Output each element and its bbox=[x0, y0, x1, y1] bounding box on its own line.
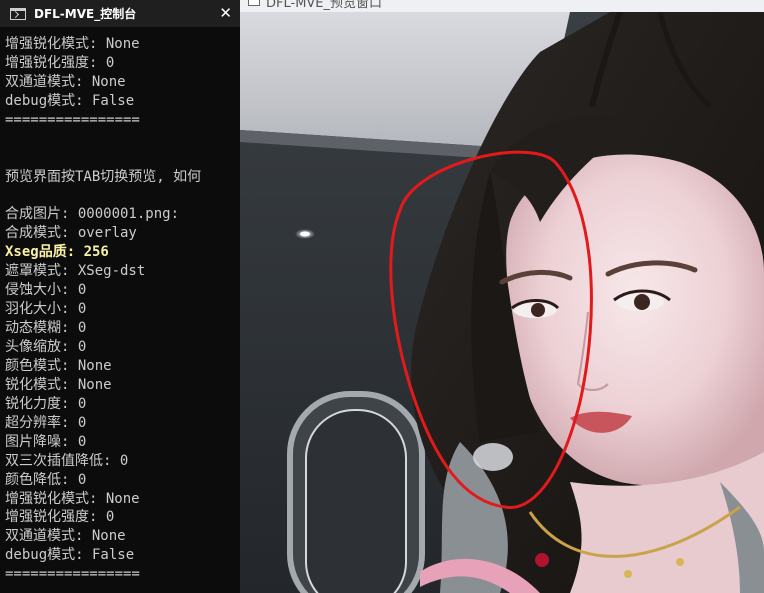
console-line: 颜色降低: 0 bbox=[5, 471, 87, 488]
console-line: 动态模糊: 0 bbox=[5, 320, 87, 337]
console-window: DFL-MVE_控制台 ✕ 增强锐化模式: None 增强锐化强度: 0 双通道模式… bbox=[0, 0, 240, 593]
console-line: 锐化模式: None bbox=[5, 376, 112, 393]
console-line: 头像缩放: 0 bbox=[5, 339, 87, 355]
console-line: 合成图片: 0000001.png: bbox=[5, 206, 180, 223]
preview-titlebar[interactable]: DFL-MVE_预览窗口 bbox=[240, 0, 764, 12]
console-line: Xseg品质: 256 bbox=[5, 244, 109, 261]
console-output: 增强锐化模式: None 增强锐化强度: 0 双通道模式: None debug模式:… bbox=[0, 27, 240, 584]
console-line: 双通道模式: None bbox=[5, 73, 126, 90]
close-icon[interactable]: ✕ bbox=[219, 5, 232, 22]
window-icon bbox=[248, 0, 260, 6]
console-line: 增强锐化模式: None bbox=[5, 490, 140, 507]
console-line: 双通道模式: None bbox=[5, 528, 126, 545]
terminal-icon bbox=[10, 7, 26, 20]
console-line: 图片降噪: 0 bbox=[5, 433, 87, 450]
console-line: ================ bbox=[5, 111, 140, 128]
console-titlebar[interactable]: DFL-MVE_控制台 ✕ bbox=[0, 0, 240, 27]
console-title: DFL-MVE_控制台 bbox=[34, 7, 137, 21]
console-line: debug模式: False bbox=[5, 92, 135, 109]
mask-artifact bbox=[473, 443, 513, 471]
console-line: 增强锐化强度: 0 bbox=[5, 509, 115, 526]
console-line: 侵蚀大小: 0 bbox=[5, 282, 87, 299]
console-line: 羽化大小: 0 bbox=[5, 301, 87, 318]
console-line: 合成模式: overlay bbox=[5, 225, 137, 242]
arched-mirror-inner bbox=[305, 409, 407, 593]
console-line: 增强锐化强度: 0 bbox=[5, 54, 115, 71]
console-line: ================ bbox=[5, 566, 140, 583]
console-line: 增强锐化模式: None bbox=[5, 36, 140, 52]
ceiling-light bbox=[300, 231, 310, 237]
console-line: 遮罩模式: XSeg-dst bbox=[5, 263, 146, 280]
console-line: debug模式: False bbox=[5, 547, 135, 564]
console-line: 颜色模式: None bbox=[5, 357, 112, 374]
preview-window: DFL-MVE_预览窗口 bbox=[240, 0, 764, 593]
console-line: 锐化力度: 0 bbox=[5, 395, 87, 412]
console-line: 超分辨率: 0 bbox=[5, 414, 87, 431]
console-line: 预览界面按TAB切换预览, 如何 bbox=[5, 168, 202, 185]
preview-image bbox=[240, 12, 764, 593]
console-line: 双三次插值降低: 0 bbox=[5, 452, 129, 469]
preview-title: DFL-MVE_预览窗口 bbox=[266, 0, 383, 11]
